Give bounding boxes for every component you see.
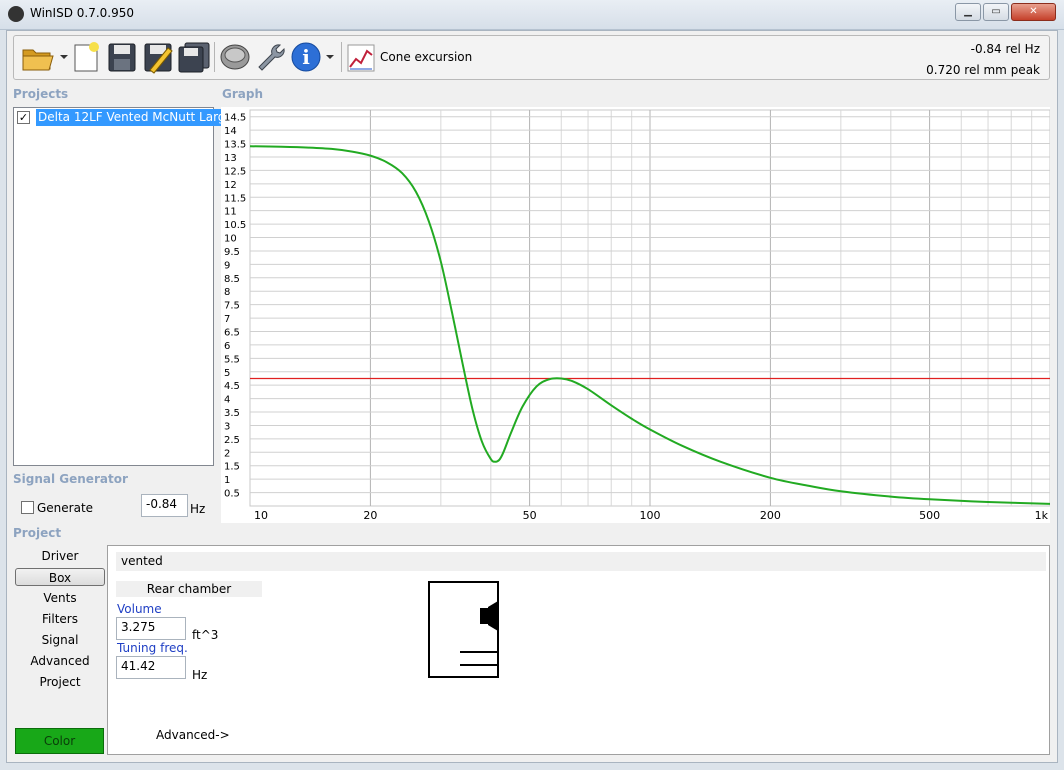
nav-filters[interactable]: Filters: [15, 610, 105, 628]
y-tick-label: 4: [224, 395, 230, 406]
x-tick-label: 50: [523, 509, 537, 522]
y-tick-label: 3.5: [224, 408, 240, 419]
chart-icon[interactable]: [346, 43, 376, 73]
x-tick-label: 500: [919, 509, 940, 522]
svg-text:i: i: [302, 45, 310, 69]
y-tick-label: 9: [224, 260, 230, 271]
driver-icon[interactable]: [218, 40, 252, 74]
nav-driver[interactable]: Driver: [15, 547, 105, 565]
box-panel: [107, 545, 1050, 755]
rear-chamber-header: Rear chamber: [116, 581, 262, 597]
toolbar-separator: [341, 42, 342, 72]
volume-unit: ft^3: [192, 628, 219, 642]
y-tick-label: 10.5: [224, 220, 246, 231]
x-tick-label: 20: [363, 509, 377, 522]
y-tick-label: 0.5: [224, 489, 240, 500]
y-tick-label: 11: [224, 207, 237, 218]
nav-box[interactable]: Box: [15, 568, 105, 586]
excursion-chart[interactable]: 0.511.522.533.544.555.566.577.588.599.51…: [221, 107, 1050, 523]
generate-checkbox[interactable]: [21, 501, 34, 514]
tuning-freq-label: Tuning freq.: [117, 641, 188, 655]
projects-label: Projects: [13, 87, 69, 101]
readout-frequency: -0.84 rel Hz: [970, 42, 1040, 56]
nav-signal[interactable]: Signal: [15, 631, 105, 649]
info-icon[interactable]: i: [290, 40, 336, 74]
y-tick-label: 14: [224, 126, 237, 137]
y-tick-label: 6: [224, 341, 230, 352]
new-document-icon[interactable]: [72, 40, 102, 74]
save-all-icon[interactable]: [177, 40, 211, 74]
y-tick-label: 14.5: [224, 113, 246, 124]
project-section-label: Project: [13, 526, 62, 540]
y-tick-label: 8.5: [224, 274, 240, 285]
window-title: WinISD 0.7.0.950: [30, 6, 135, 20]
y-tick-label: 11.5: [224, 193, 246, 204]
advanced-link[interactable]: Advanced->: [156, 728, 230, 742]
y-tick-label: 2: [224, 448, 230, 459]
y-tick-label: 4.5: [224, 381, 240, 392]
projects-list[interactable]: [13, 107, 214, 466]
app-icon: [8, 6, 24, 22]
open-folder-icon[interactable]: [20, 40, 70, 74]
generate-label: Generate: [37, 501, 94, 515]
wrench-icon[interactable]: [254, 40, 288, 74]
y-tick-label: 9.5: [224, 247, 240, 258]
y-tick-label: 6.5: [224, 327, 240, 338]
y-tick-label: 3: [224, 421, 230, 432]
box-type-combo[interactable]: vented: [116, 552, 1046, 571]
volume-input[interactable]: 3.275: [116, 617, 186, 640]
x-tick-label: 1k: [1035, 509, 1049, 522]
vented-box-diagram-icon: [428, 581, 499, 678]
y-tick-label: 1.5: [224, 462, 240, 473]
maximize-button[interactable]: ▭: [983, 3, 1009, 21]
y-tick-label: 8: [224, 287, 230, 298]
y-tick-label: 5.5: [224, 354, 240, 365]
save-icon[interactable]: [106, 40, 138, 74]
readout-value: 0.720 rel mm peak: [926, 63, 1040, 77]
y-tick-label: 12.5: [224, 166, 246, 177]
y-tick-label: 13.5: [224, 140, 246, 151]
title-bar: WinISD 0.7.0.950 ▁ ▭ ✕: [0, 0, 1064, 30]
signal-frequency-input[interactable]: -0.84: [141, 494, 188, 517]
color-button[interactable]: Color: [15, 728, 104, 754]
x-tick-label: 200: [760, 509, 781, 522]
nav-project[interactable]: Project: [15, 673, 105, 691]
tuning-freq-unit: Hz: [192, 668, 208, 682]
close-button[interactable]: ✕: [1011, 3, 1056, 21]
x-tick-label: 100: [640, 509, 661, 522]
signal-generator-label: Signal Generator: [13, 472, 128, 486]
toolbar-separator: [214, 42, 215, 72]
save-as-icon[interactable]: [142, 40, 174, 74]
volume-label: Volume: [117, 602, 162, 616]
signal-frequency-unit: Hz: [190, 502, 206, 516]
x-tick-label: 10: [254, 509, 268, 522]
minimize-button[interactable]: ▁: [955, 3, 981, 21]
nav-vents[interactable]: Vents: [15, 589, 105, 607]
project-item[interactable]: Delta 12LF Vented McNutt Large: [36, 109, 235, 126]
y-tick-label: 7: [224, 314, 230, 325]
y-tick-label: 7.5: [224, 301, 240, 312]
y-tick-label: 2.5: [224, 435, 240, 446]
tuning-freq-input[interactable]: 41.42: [116, 656, 186, 679]
y-tick-label: 1: [224, 475, 230, 486]
graph-type-label[interactable]: Cone excursion: [380, 50, 472, 64]
y-tick-label: 13: [224, 153, 237, 164]
graph-label: Graph: [222, 87, 263, 101]
project-checkbox[interactable]: ✓: [17, 111, 30, 124]
y-tick-label: 12: [224, 180, 237, 191]
y-tick-label: 5: [224, 368, 230, 379]
y-tick-label: 10: [224, 234, 237, 245]
nav-advanced[interactable]: Advanced: [15, 652, 105, 670]
